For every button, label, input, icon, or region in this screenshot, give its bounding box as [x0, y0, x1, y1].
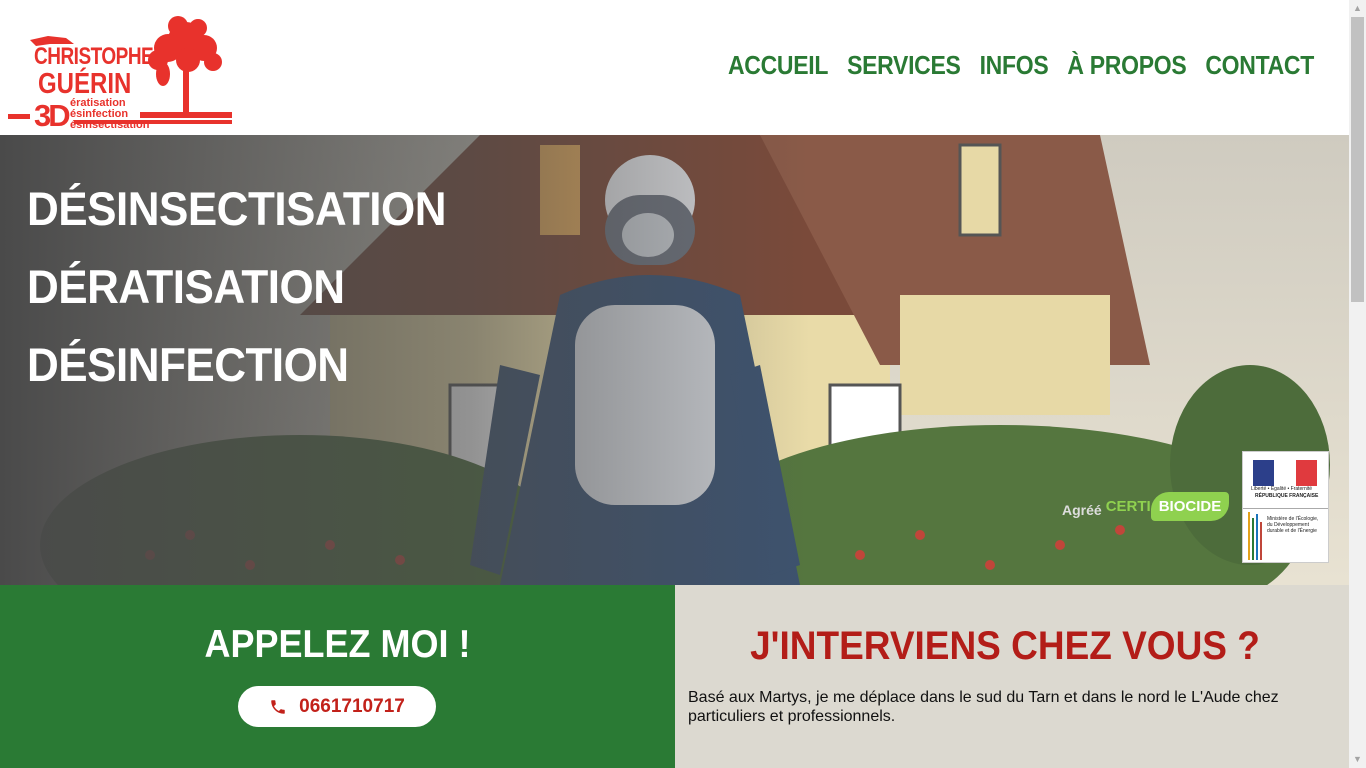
ministry-badge: Liberté • Égalité • Fraternité RÉPUBLIQU… [1242, 451, 1329, 563]
phone-icon [271, 699, 285, 714]
main-nav: ACCUEIL SERVICES INFOS À PROPOS CONTACT [728, 50, 1314, 80]
scroll-up-icon[interactable]: ▲ [1349, 0, 1366, 17]
scroll-thumb[interactable] [1351, 17, 1364, 302]
logo-services: ératisation ésinfection ésinsectisation [70, 98, 149, 131]
certi-brand: CERTI BIOCIDE [1106, 492, 1230, 521]
badge-motto: Liberté • Égalité • Fraternité [1251, 486, 1313, 492]
nav-infos[interactable]: INFOS [980, 50, 1049, 80]
nav-services[interactable]: SERVICES [847, 50, 961, 80]
french-flag-icon [1253, 460, 1317, 486]
logo-service-3: ésinsectisation [70, 119, 150, 131]
company-logo[interactable]: CHRISTOPHE GUÉRIN 3D ératisation ésinfec… [8, 14, 238, 133]
intervention-text: Basé aux Martys, je me déplace dans le s… [688, 689, 1279, 725]
hero-banner: DÉSINSECTISATION DÉRATISATION DÉSINFECTI… [0, 135, 1349, 585]
scroll-down-icon[interactable]: ▼ [1349, 751, 1366, 768]
hero-title-deratisation: DÉRATISATION [27, 261, 345, 314]
nav-a-propos[interactable]: À PROPOS [1067, 50, 1186, 80]
hero-title-desinsectisation: DÉSINSECTISATION [27, 183, 447, 236]
call-panel: APPELEZ MOI ! 0661710717 [0, 585, 675, 768]
call-title: APPELEZ MOI ! [204, 621, 471, 666]
badge-ministry: Ministère de l'Écologie, du Développemen… [1267, 516, 1319, 534]
phone-number: 0661710717 [299, 695, 405, 717]
hero-services-list: DÉSINSECTISATION DÉRATISATION DÉSINFECTI… [27, 183, 447, 417]
page-scrollbar[interactable]: ▲ ▼ [1349, 0, 1366, 768]
nav-contact[interactable]: CONTACT [1205, 50, 1314, 80]
badge-republique: RÉPUBLIQUE FRANÇAISE [1255, 493, 1319, 499]
certi-brand-a: CERTI [1105, 498, 1151, 515]
ministry-stripes-icon [1247, 512, 1263, 560]
logo-3d-mark: 3D [34, 98, 71, 133]
site-header: CHRISTOPHE GUÉRIN 3D ératisation ésinfec… [0, 0, 1349, 135]
certi-leaf: BIOCIDE [1150, 492, 1230, 521]
certibiocide-badge: Agréé CERTI BIOCIDE [1062, 492, 1230, 521]
phone-button[interactable]: 0661710717 [238, 686, 436, 727]
intervention-title: J'INTERVIENS CHEZ VOUS ? [750, 623, 1260, 668]
intervention-panel: J'INTERVIENS CHEZ VOUS ? Basé aux Martys… [675, 585, 1349, 768]
certi-prefix: Agréé [1062, 501, 1102, 518]
hero-title-desinfection: DÉSINFECTION [27, 339, 349, 392]
nav-accueil[interactable]: ACCUEIL [728, 50, 828, 80]
